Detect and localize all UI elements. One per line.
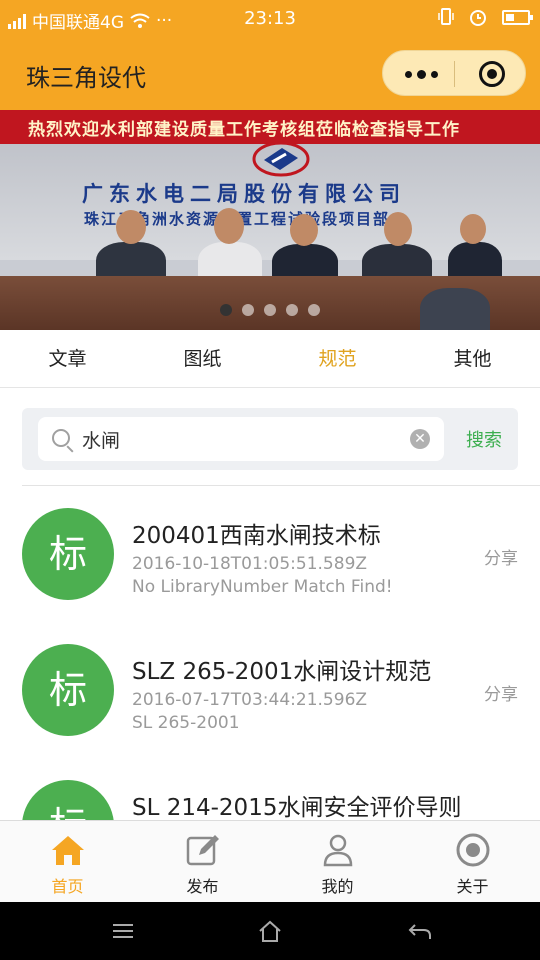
tabbar-mine[interactable]: 我的	[270, 821, 405, 902]
share-button[interactable]: 分享	[484, 680, 518, 705]
share-button[interactable]: 分享	[484, 544, 518, 569]
tabbar-mine-label: 我的	[321, 877, 354, 896]
status-bar: 中国联通4G ··· 23:13	[0, 0, 540, 38]
list-item[interactable]: 标 SL 214-2015水闸安全评价导则 分享	[0, 758, 540, 820]
tabbar-publish-label: 发布	[186, 877, 219, 896]
search-icon	[52, 429, 70, 447]
user-icon	[323, 834, 352, 867]
clear-icon[interactable]: ✕	[410, 429, 430, 449]
banner-carousel[interactable]: 热烈欢迎水利部建设质量工作考核组莅临检查指导工作 广东水电二局股份有限公司 珠江…	[0, 110, 540, 330]
tabbar-home[interactable]: 首页	[0, 821, 135, 902]
tab-drawings[interactable]: 图纸	[135, 330, 270, 387]
list-item-badge: 标	[22, 644, 114, 736]
menu-icon[interactable]	[110, 919, 136, 943]
list-item-title: SLZ 265-2001水闸设计规范	[132, 659, 432, 685]
category-tabs: 文章 图纸 规范 其他	[0, 330, 540, 388]
list-item-title: SL 214-2015水闸安全评价导则	[132, 795, 462, 820]
alarm-icon	[470, 10, 486, 26]
result-list: 标 200401西南水闸技术标 2016-10-18T01:05:51.589Z…	[0, 486, 540, 820]
carousel-indicator	[0, 304, 540, 316]
home-system-icon[interactable]	[257, 919, 283, 943]
about-icon	[456, 833, 489, 867]
tabbar-about-label: 关于	[456, 877, 489, 896]
banner-person-head	[460, 214, 486, 244]
miniprogram-capsule	[382, 50, 526, 96]
carousel-dot[interactable]	[242, 304, 254, 316]
banner-person-head	[384, 212, 412, 246]
banner-slogan-strip: 热烈欢迎水利部建设质量工作考核组莅临检查指导工作	[0, 110, 540, 144]
tabbar-about[interactable]: 关于	[405, 821, 540, 902]
carousel-dot[interactable]	[286, 304, 298, 316]
search-button[interactable]: 搜索	[466, 426, 502, 452]
battery-icon	[502, 9, 533, 25]
capsule-divider	[454, 61, 455, 87]
system-nav-bar	[0, 902, 540, 960]
tabbar-home-label: 首页	[51, 877, 84, 896]
list-item-title: 200401西南水闸技术标	[132, 523, 381, 549]
list-item-badge: 标	[22, 508, 114, 600]
page-title: 珠三角设代	[26, 64, 146, 92]
list-item-badge: 标	[22, 780, 114, 820]
list-item-subtitle: No LibraryNumber Match Find!	[132, 577, 393, 597]
status-right	[438, 7, 533, 27]
list-item-date: 2016-07-17T03:44:21.596Z	[132, 690, 368, 710]
tab-other[interactable]: 其他	[405, 330, 540, 387]
tab-articles[interactable]: 文章	[0, 330, 135, 387]
search-box: ✕	[38, 417, 444, 461]
tab-standards[interactable]: 规范	[270, 330, 405, 387]
bottom-tab-bar: 首页 发布 我的 关于	[0, 820, 540, 902]
list-item[interactable]: 标 SLZ 265-2001水闸设计规范 2016-07-17T03:44:21…	[0, 622, 540, 758]
list-item[interactable]: 标 200401西南水闸技术标 2016-10-18T01:05:51.589Z…	[0, 486, 540, 622]
nav-bar: 珠三角设代	[0, 38, 540, 110]
search-input[interactable]	[82, 417, 402, 461]
tabbar-publish[interactable]: 发布	[135, 821, 270, 902]
carousel-dot[interactable]	[308, 304, 320, 316]
carousel-dot[interactable]	[220, 304, 232, 316]
more-dots-icon[interactable]	[405, 70, 438, 79]
banner-person-head	[214, 208, 244, 244]
carousel-dot[interactable]	[264, 304, 276, 316]
list-item-date: 2016-10-18T01:05:51.589Z	[132, 554, 368, 574]
search-bar: ✕ 搜索	[22, 408, 518, 470]
back-icon[interactable]	[407, 919, 433, 943]
banner-slogan: 热烈欢迎水利部建设质量工作考核组莅临检查指导工作	[28, 120, 460, 140]
list-item-subtitle: SL 265-2001	[132, 713, 240, 733]
home-icon	[51, 836, 84, 865]
vibrate-icon	[438, 8, 454, 25]
edit-icon	[186, 835, 219, 866]
miniprogram-close-icon[interactable]	[479, 61, 505, 87]
banner-company: 广东水电二局股份有限公司	[82, 182, 406, 206]
banner-person-head	[116, 210, 146, 244]
company-logo-icon	[252, 141, 310, 177]
banner-person-head	[290, 214, 318, 246]
